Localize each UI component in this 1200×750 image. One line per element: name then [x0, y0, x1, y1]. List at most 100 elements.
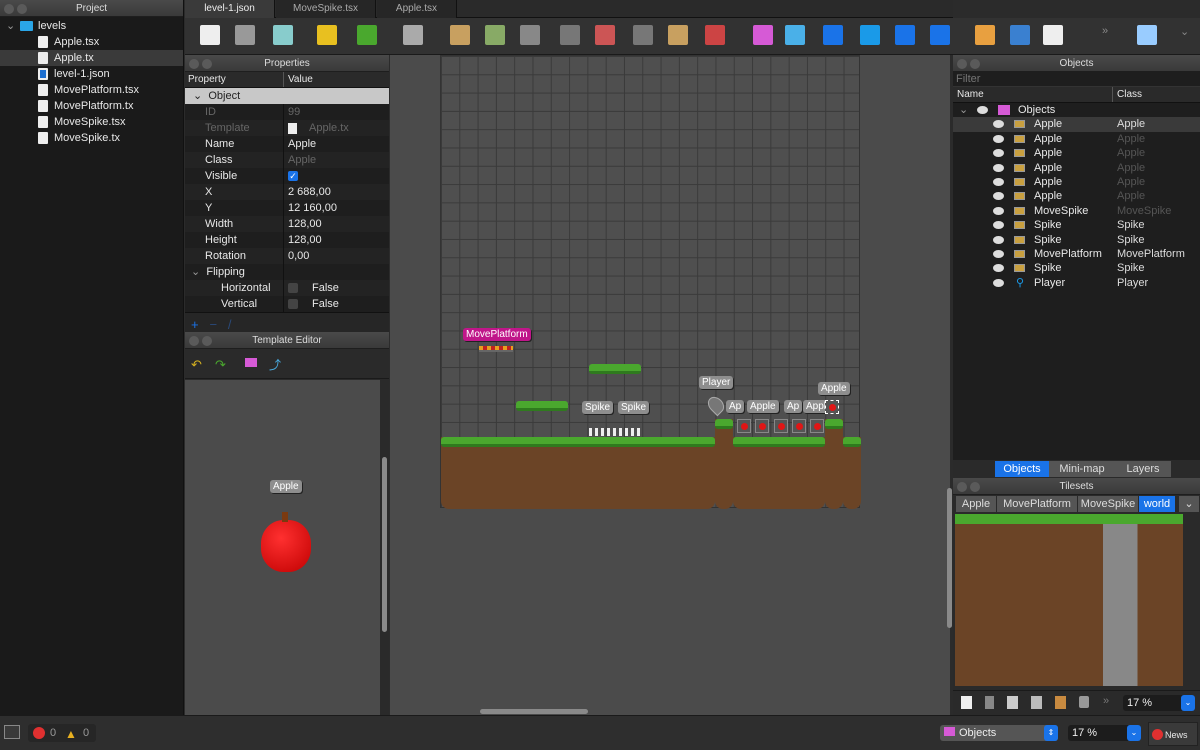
tab-movespike[interactable]: MoveSpike.tsx [276, 0, 376, 18]
group-object[interactable]: ⌄ Object [185, 88, 389, 104]
group-flipping[interactable]: ⌄ Flipping [185, 264, 389, 280]
apple-object[interactable] [792, 419, 806, 433]
bucket-fill-icon[interactable] [520, 25, 540, 45]
tileset-tab-world[interactable]: world [1139, 496, 1175, 512]
chevron-down-icon[interactable]: ⌄ [6, 18, 15, 34]
object-list-item[interactable]: Spike Spike [953, 261, 1200, 275]
chevron-down-icon[interactable]: ⌄ [1180, 25, 1200, 45]
undo-icon[interactable]: ↶ [191, 357, 202, 373]
tab-level-1[interactable]: level-1.json [185, 0, 275, 18]
stamp-brush-icon[interactable] [450, 25, 470, 45]
visibility-eye-icon[interactable] [993, 221, 1004, 230]
property-row-width[interactable]: Width 128,00 [185, 216, 389, 232]
tileset-tiles-view[interactable] [955, 514, 1183, 686]
visibility-eye-icon[interactable] [993, 249, 1004, 258]
edit-polygons-icon[interactable]: ⤴ [269, 356, 281, 373]
remove-property-icon[interactable]: − [209, 317, 217, 332]
rect-select-icon[interactable] [633, 25, 653, 45]
tileset-tab-movespike[interactable]: MoveSpike [1078, 496, 1138, 512]
object-list-item[interactable]: Apple Apple [953, 161, 1200, 175]
apple-object-selected[interactable] [825, 400, 839, 414]
property-row-vertical[interactable]: Vertical False [185, 296, 389, 312]
column-name[interactable]: Name [953, 87, 1113, 102]
tileset-properties-icon[interactable] [1031, 696, 1042, 709]
tab-mini-map[interactable]: Mini-map [1049, 461, 1115, 477]
visibility-eye-icon[interactable] [993, 278, 1004, 287]
save-icon[interactable] [273, 25, 293, 45]
news-button[interactable]: News [1148, 722, 1198, 746]
property-row-x[interactable]: X2 688,00 [185, 184, 389, 200]
column-class[interactable]: Class [1113, 87, 1142, 102]
insert-text-icon[interactable] [1043, 25, 1063, 45]
layer-select[interactable]: Objects ⇕ [940, 725, 1058, 741]
property-row-horizontal[interactable]: Horizontal False [185, 280, 389, 296]
zoom-select[interactable]: 17 % ⌄ [1068, 725, 1141, 741]
object-list-item[interactable]: Apple Apple [953, 175, 1200, 189]
updown-chevron-icon[interactable]: ⇕ [1044, 725, 1058, 741]
visibility-eye-icon[interactable] [993, 192, 1004, 201]
tab-apple[interactable]: Apple.tsx [377, 0, 457, 18]
horizontal-checkbox[interactable] [288, 283, 298, 294]
chevron-down-icon[interactable]: ⌄ [1127, 725, 1141, 741]
visibility-eye-icon[interactable] [993, 163, 1004, 172]
tree-file-item[interactable]: Apple.tx [0, 50, 183, 66]
tree-file-item[interactable]: MovePlatform.tsx [0, 82, 183, 98]
tab-layers[interactable]: Layers [1115, 461, 1171, 477]
add-property-icon[interactable]: + [191, 317, 199, 332]
magic-wand-icon[interactable] [668, 25, 688, 45]
apple-object[interactable] [810, 419, 824, 433]
edit-polygons-icon[interactable] [785, 25, 805, 45]
vertical-checkbox[interactable] [288, 299, 298, 310]
floating-platform[interactable] [516, 401, 568, 411]
insert-point-icon[interactable] [860, 25, 880, 45]
object-list-item[interactable]: Apple Apple [953, 117, 1200, 132]
more-icon[interactable]: » [1103, 695, 1109, 707]
flip-icon[interactable] [1137, 25, 1157, 45]
terrain-brush-icon[interactable] [485, 25, 505, 45]
visibility-eye-icon[interactable] [993, 264, 1004, 273]
undo-icon[interactable] [317, 25, 337, 45]
property-row-template[interactable]: Template Apple.tx [185, 120, 389, 136]
tab-objects[interactable]: Objects [995, 461, 1049, 477]
property-row-id[interactable]: ID 99 [185, 104, 389, 120]
vertical-scrollbar[interactable] [947, 488, 952, 628]
tree-file-item[interactable]: MoveSpike.tsx [0, 114, 183, 130]
shape-fill-icon[interactable] [560, 25, 580, 45]
visible-checkbox[interactable]: ✓ [288, 171, 298, 182]
object-list-item[interactable]: MovePlatform MovePlatform [953, 247, 1200, 261]
object-list-item[interactable]: Apple Apple [953, 189, 1200, 203]
apple-object[interactable] [261, 520, 311, 572]
console-toggle-icon[interactable] [4, 725, 20, 739]
column-value[interactable]: Value [284, 72, 313, 87]
object-list-item[interactable]: Spike Spike [953, 233, 1200, 247]
redo-icon[interactable]: ↷ [215, 357, 226, 373]
spike-objects[interactable] [589, 428, 641, 436]
visibility-eye-icon[interactable] [977, 106, 988, 114]
object-list-item[interactable]: ⚲ Player Player [953, 276, 1200, 290]
tileset-zoom-select[interactable]: 17 % ⌄ [1123, 695, 1195, 711]
new-map-icon[interactable] [200, 25, 220, 45]
eraser-icon[interactable] [595, 25, 615, 45]
select-objects-icon[interactable] [1010, 25, 1030, 45]
tree-file-item[interactable]: MoveSpike.tx [0, 130, 183, 146]
object-list-item[interactable]: Apple Apple [953, 146, 1200, 160]
delete-tileset-icon[interactable] [1079, 696, 1089, 708]
export-tileset-icon[interactable] [1007, 696, 1018, 709]
layer-objects[interactable]: ⌄ Objects [953, 103, 1200, 117]
open-icon[interactable] [235, 25, 255, 45]
visibility-eye-icon[interactable] [993, 134, 1004, 143]
filter-input[interactable] [953, 72, 1200, 87]
tileset-tabs-menu-icon[interactable]: ⌄ [1179, 496, 1199, 512]
property-row-rotation[interactable]: Rotation 0,00 [185, 248, 389, 264]
chevron-down-icon[interactable]: ⌄ [1181, 695, 1195, 711]
visibility-eye-icon[interactable] [993, 149, 1004, 158]
player-point-icon[interactable] [704, 393, 728, 417]
vertical-scrollbar[interactable] [382, 457, 387, 632]
tile-map[interactable]: MovePlatform Spike Spike Player Ap Apple… [440, 55, 861, 509]
select-objects-icon[interactable] [245, 358, 257, 367]
apple-object[interactable] [755, 419, 769, 433]
tree-file-item[interactable]: Apple.tsx [0, 34, 183, 50]
tileset-tab-moveplatform[interactable]: MovePlatform [997, 496, 1077, 512]
insert-image-icon[interactable] [975, 25, 995, 45]
visibility-eye-icon[interactable] [993, 235, 1004, 244]
